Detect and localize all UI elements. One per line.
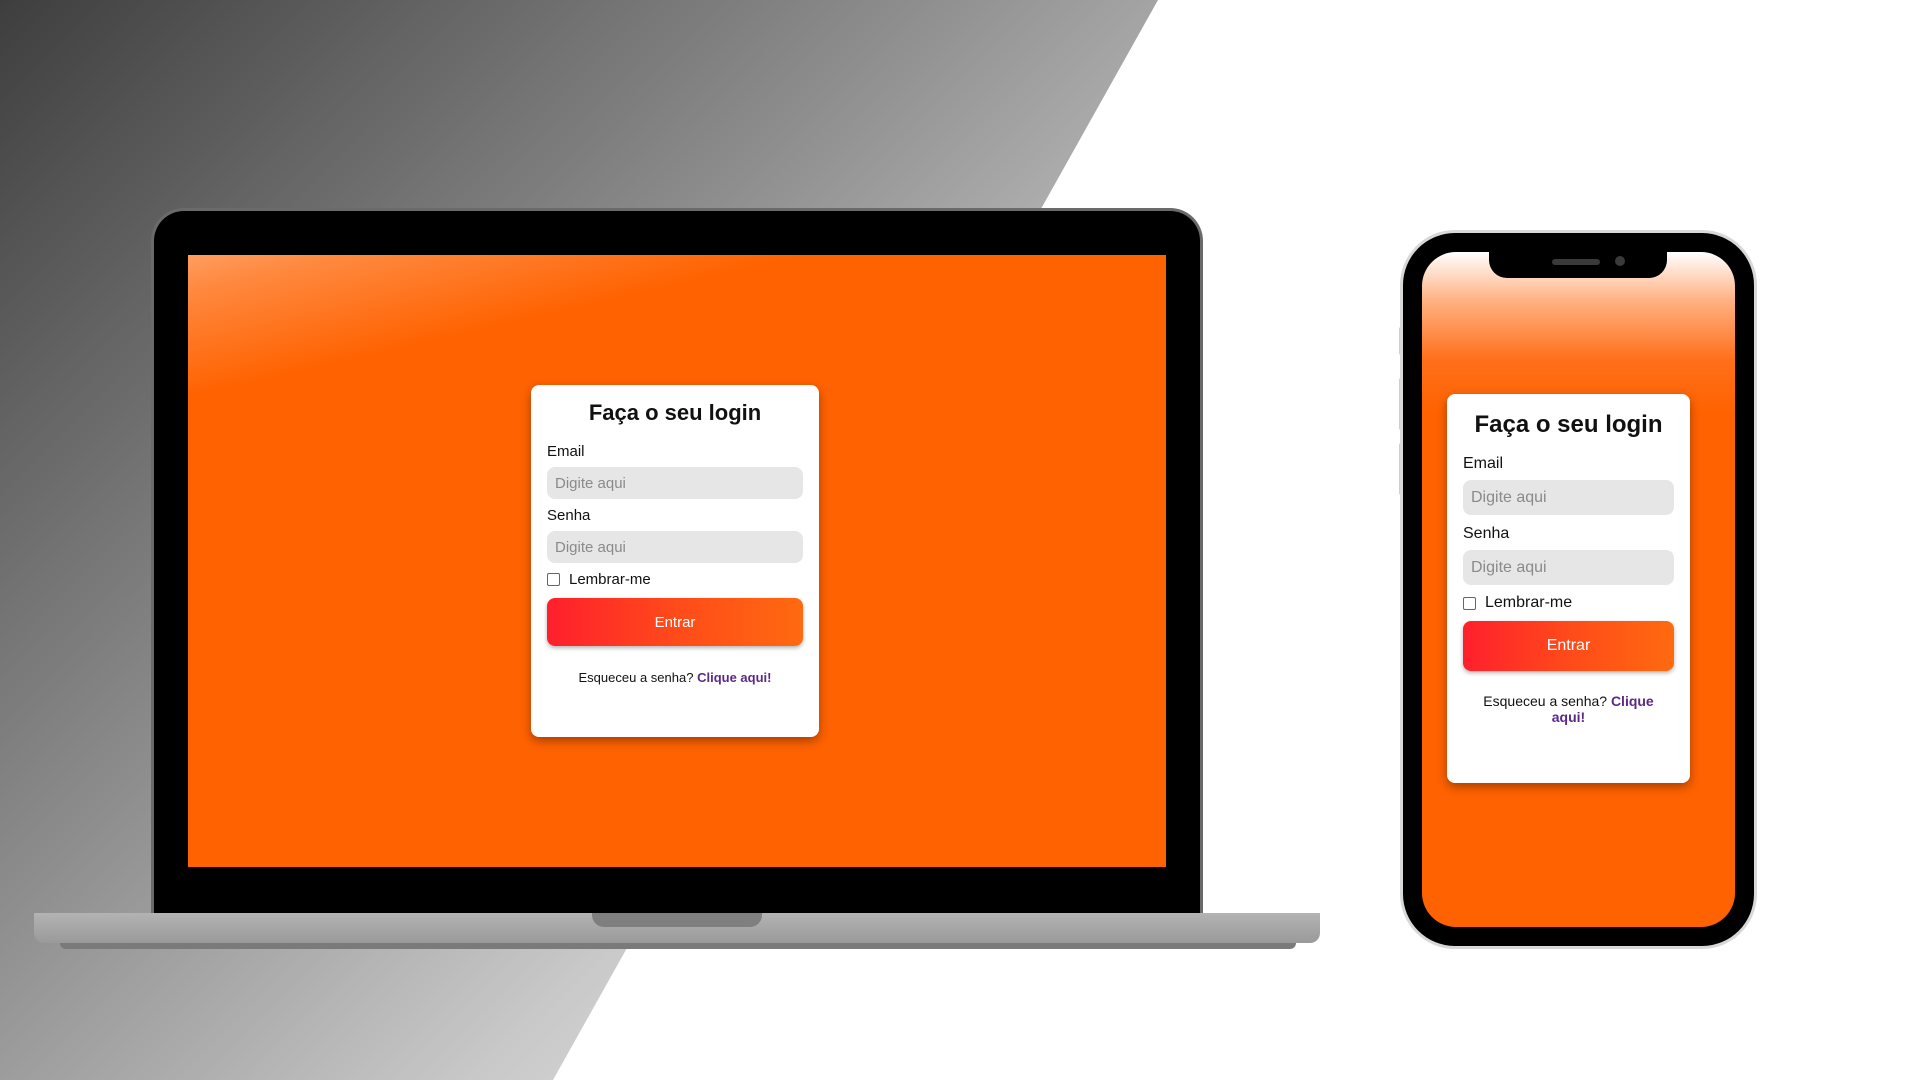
password-label: Senha [1463, 525, 1510, 542]
email-label: Email [547, 443, 585, 460]
forgot-text: Esqueceu a senha? [1483, 693, 1608, 709]
password-label: Senha [547, 507, 591, 524]
remember-checkbox[interactable] [547, 573, 560, 586]
remember-checkbox[interactable] [1463, 596, 1476, 610]
forgot-link[interactable]: Clique aqui! [697, 670, 771, 685]
password-field[interactable] [1463, 550, 1674, 585]
login-title: Faça o seu login [588, 400, 762, 425]
phone-login-card: Faça o seu login Email Senha Lembrar-me … [1447, 394, 1690, 783]
remember-row: Lembrar-me [1463, 594, 1674, 612]
forgot-password: Esqueceu a senha? Clique aqui! [1463, 693, 1674, 725]
remember-label: Lembrar-me [569, 571, 651, 588]
laptop-trackpad-notch [592, 913, 762, 927]
email-field[interactable] [1463, 480, 1674, 515]
remember-label: Lembrar-me [1485, 594, 1573, 611]
password-field[interactable] [547, 531, 803, 563]
phone-camera-icon [1615, 256, 1625, 266]
remember-row: Lembrar-me [547, 571, 803, 588]
laptop-base-foot [60, 943, 1296, 949]
login-button[interactable]: Entrar [1463, 621, 1674, 671]
laptop-login-card: Faça o seu login Email Senha Lembrar-me … [531, 385, 819, 737]
login-button[interactable]: Entrar [547, 598, 803, 646]
email-label: Email [1463, 455, 1504, 472]
forgot-text: Esqueceu a senha? [578, 670, 694, 685]
login-title: Faça o seu login [1474, 411, 1663, 438]
phone-notch [1489, 252, 1667, 278]
forgot-password: Esqueceu a senha? Clique aqui! [547, 670, 803, 686]
email-field[interactable] [547, 467, 803, 499]
phone-speaker-icon [1552, 259, 1600, 265]
